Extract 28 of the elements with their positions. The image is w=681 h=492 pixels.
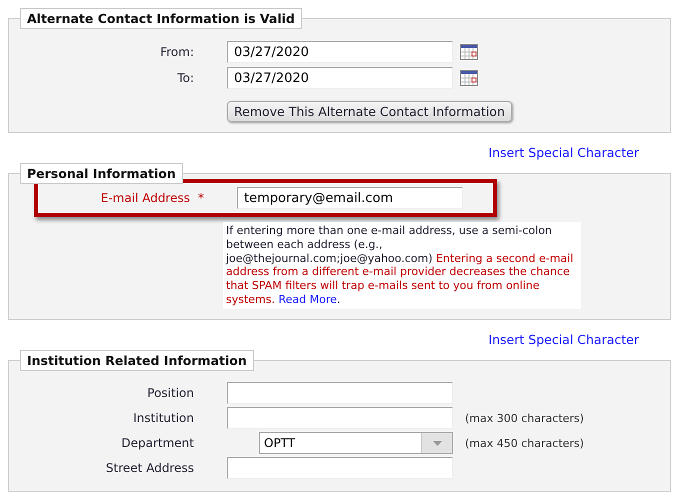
field-label: Institution <box>132 411 194 425</box>
input-field[interactable] <box>227 457 453 479</box>
input-field[interactable]: temporary@email.com <box>237 187 463 209</box>
field-label: Department <box>120 436 194 450</box>
field-label: From: <box>159 45 194 59</box>
caret-icon <box>432 440 442 446</box>
date-field[interactable]: 03/27/2020 <box>227 41 453 63</box>
required-mark: * <box>198 191 205 205</box>
input-field[interactable] <box>227 407 453 429</box>
help-text: If entering more than one e-mail address, use a semi-colon between each address (e.g., joe@thejournal.com;joe@yahoo.com) Entering a second e-mail address from a different e-mail provider decreases the chance that SPAM filters will trap e-mails sent to you from online systems. Read More. <box>223 222 581 308</box>
insert-special-character-link[interactable]: Insert Special Character <box>488 332 639 350</box>
dropdown[interactable]: OPTT <box>259 432 453 454</box>
section-title: Personal Information <box>20 163 183 184</box>
field-label: Street Address <box>104 461 194 475</box>
section-title: Alternate Contact Information is Valid <box>20 8 302 29</box>
field-note: (max 450 characters) <box>465 436 584 450</box>
remove-button[interactable]: Remove This Alternate Contact Information <box>227 101 512 122</box>
calendar-icon[interactable] <box>460 70 478 86</box>
calendar-icon[interactable] <box>460 44 478 60</box>
field-label: E-mail Address <box>100 191 190 205</box>
insert-special-character-link[interactable]: Insert Special Character <box>488 145 639 163</box>
date-field[interactable]: 03/27/2020 <box>227 67 453 89</box>
read-more-link[interactable]: Read More <box>278 292 337 306</box>
input-field[interactable] <box>227 382 453 404</box>
field-note: (max 300 characters) <box>465 412 584 424</box>
section-title: Institution Related Information <box>20 350 254 370</box>
field-label: To: <box>176 71 194 85</box>
field-label: Position <box>146 386 194 400</box>
